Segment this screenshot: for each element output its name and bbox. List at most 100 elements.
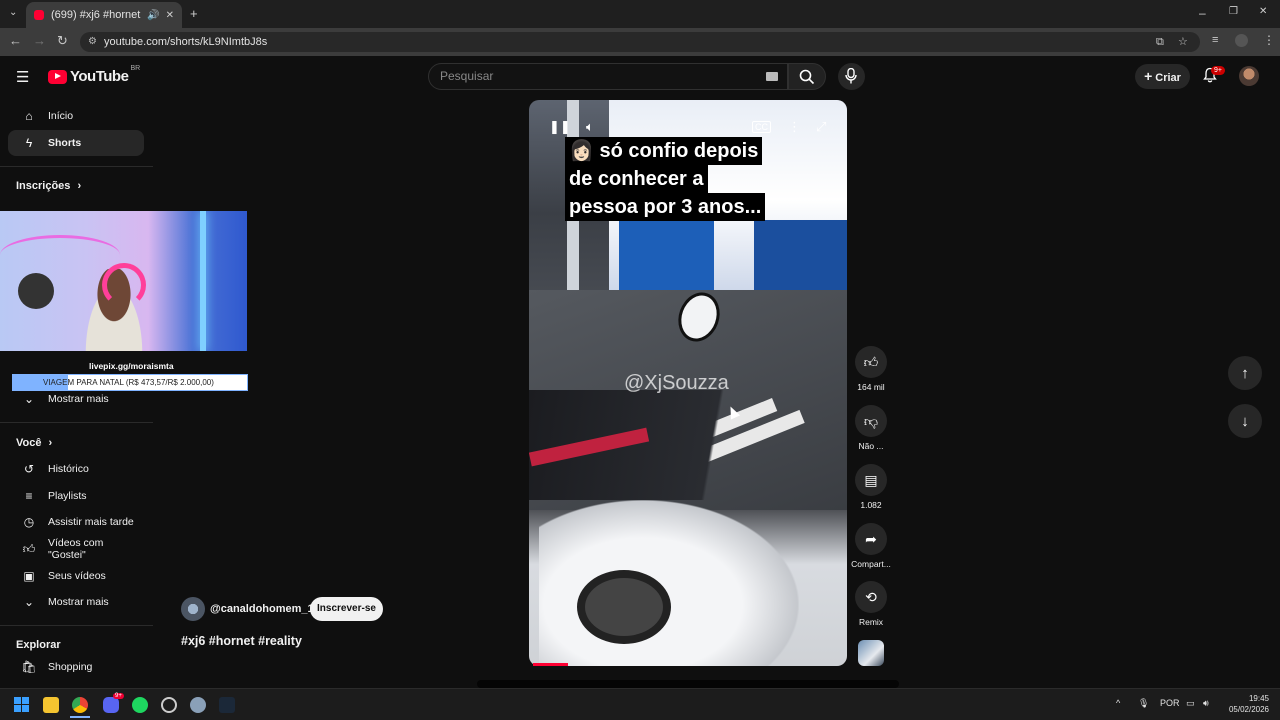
previous-short-button[interactable]: ↑	[1228, 356, 1262, 390]
keyboard-icon[interactable]	[766, 72, 778, 81]
tab-title: (699) #xj6 #hornet #reality	[51, 9, 141, 21]
bookmark-star-icon[interactable]: ☆	[1178, 32, 1188, 52]
chevron-down-icon: ⌄	[23, 595, 35, 609]
new-tab-button[interactable]: +	[190, 6, 198, 21]
discord-icon[interactable]	[103, 697, 119, 713]
address-bar[interactable]: ⚙ youtube.com/shorts/kL9NImtbJ8s ⧉ ☆	[80, 32, 1200, 52]
volume-tray-icon[interactable]: 🔊︎	[1203, 698, 1209, 709]
profile-icon[interactable]	[1235, 34, 1248, 47]
maximize-button[interactable]: ❐	[1229, 6, 1238, 17]
sidebar-show-more-you[interactable]: ⌄ Mostrar mais	[8, 589, 144, 615]
sidebar-divider	[0, 625, 153, 626]
youtube-favicon-icon	[34, 10, 44, 20]
tab-strip: ⌄ (699) #xj6 #hornet #reality 🔊 ✕ + – ❐ …	[0, 0, 1280, 28]
chevron-down-icon: ⌄	[23, 392, 35, 406]
you-heading[interactable]: Você ›	[16, 437, 52, 449]
sidebar-item-history[interactable]: ↺ Histórico	[8, 456, 144, 482]
headset-icon	[102, 263, 146, 307]
subscribe-button[interactable]: Inscrever-se	[310, 597, 383, 621]
video-icon: ▣	[23, 569, 35, 583]
subscriptions-heading[interactable]: Inscrições ›	[16, 180, 81, 192]
speaker-icon[interactable]: 🔊	[147, 10, 159, 21]
sidebar-item-shopping[interactable]: 🛍︎ Shopping	[8, 654, 144, 680]
steam-icon[interactable]	[219, 697, 235, 713]
sidebar-item-playlists[interactable]: ≡ Playlists	[8, 483, 144, 509]
site-info-icon[interactable]: ⚙	[88, 32, 97, 52]
comments-button[interactable]: ▤ 1.082	[855, 464, 887, 510]
shop-sign	[754, 220, 847, 300]
sidebar-item-label: Mostrar mais	[48, 393, 109, 405]
spotify-icon[interactable]	[132, 697, 148, 713]
volume-icon[interactable]: 🔈︎	[586, 119, 594, 135]
sidebar-item-shorts[interactable]: ϟ Shorts	[8, 130, 144, 156]
tab-close-icon[interactable]: ✕	[166, 10, 174, 21]
voice-search-button[interactable]	[838, 63, 865, 90]
sidebar-item-label: Shopping	[48, 661, 93, 673]
install-app-icon[interactable]: ⧉	[1156, 32, 1164, 52]
sidebar-item-label: Início	[48, 110, 74, 122]
sidebar-item-label: Histórico	[48, 463, 89, 475]
video-progress-bar[interactable]	[533, 663, 568, 666]
reload-icon[interactable]: ↻	[57, 33, 68, 49]
more-options-icon[interactable]: ⋮	[788, 119, 801, 135]
active-app-indicator	[70, 716, 90, 718]
remix-button[interactable]: ⟲ Remix	[855, 581, 887, 627]
sidebar-item-label: Assistir mais tarde	[48, 516, 134, 528]
chevron-right-icon: ›	[77, 180, 82, 192]
sidebar-item-label: Playlists	[48, 490, 87, 502]
chrome-icon[interactable]	[72, 697, 88, 713]
video-hashtags[interactable]: #xj6 #hornet #reality	[181, 634, 302, 648]
youtube-logo[interactable]: YouTube BR	[48, 65, 141, 85]
plus-icon: +	[1144, 68, 1153, 84]
tray-expand-icon[interactable]: ^	[1116, 698, 1120, 708]
forward-icon[interactable]: →	[33, 33, 46, 48]
back-icon[interactable]: ←	[9, 33, 22, 48]
account-avatar[interactable]	[1239, 66, 1259, 86]
captions-icon[interactable]: CC	[752, 121, 771, 133]
sidebar-item-label: Seus vídeos	[48, 570, 106, 582]
network-icon[interactable]: ▭	[1186, 698, 1195, 709]
clock-icon: ◷	[23, 515, 35, 529]
menu-hamburger-icon[interactable]: ☰	[16, 68, 29, 86]
pause-icon[interactable]: ❚❚	[549, 119, 571, 135]
livepix-link-text: livepix.gg/moraismta	[89, 361, 174, 371]
sidebar-show-more-subs[interactable]: ⌄ Mostrar mais	[8, 386, 144, 412]
chevron-right-icon: ›	[48, 437, 53, 449]
fullscreen-icon[interactable]: ⤢	[816, 119, 826, 135]
like-button[interactable]: 👍︎ 164 mil	[855, 346, 887, 392]
file-explorer-icon[interactable]	[43, 697, 59, 713]
clock-time: 19:45	[1248, 694, 1269, 703]
share-button[interactable]: ➦ Compart...	[851, 523, 891, 569]
create-button[interactable]: + Criar	[1135, 64, 1190, 89]
windows-start-icon[interactable]	[14, 697, 29, 712]
media-control-icon[interactable]: ≡	[1212, 34, 1218, 46]
sidebar-item-watch-later[interactable]: ◷ Assistir mais tarde	[8, 509, 144, 535]
settings-gear-icon[interactable]	[190, 697, 206, 713]
comment-icon: ▤	[855, 464, 887, 496]
browser-tab[interactable]: (699) #xj6 #hornet #reality 🔊 ✕	[26, 2, 182, 28]
sidebar-item-liked-videos[interactable]: 👍︎ Vídeos com "Gostei"	[8, 536, 144, 562]
search-button[interactable]	[788, 63, 826, 90]
history-icon: ↺	[23, 462, 35, 476]
dislike-button[interactable]: 👎︎ Não ...	[855, 405, 887, 451]
tray-mic-icon[interactable]: 🎙︎	[1138, 698, 1149, 709]
audio-source-thumbnail[interactable]	[858, 640, 884, 666]
obs-icon[interactable]	[161, 697, 177, 713]
window-close-button[interactable]: ✕	[1259, 6, 1267, 17]
channel-avatar[interactable]	[181, 597, 205, 621]
taskbar-clock[interactable]: 19:45 05/02/2026	[1224, 693, 1269, 715]
tab-search-chevron-icon[interactable]: ⌄	[9, 7, 17, 18]
sidebar-item-home[interactable]: ⌂ Início	[8, 103, 144, 129]
video-watermark: @XjSouzza	[624, 372, 729, 394]
remix-icon: ⟲	[855, 581, 887, 613]
create-label: Criar	[1155, 72, 1181, 84]
input-language[interactable]: POR	[1160, 698, 1180, 708]
search-input[interactable]: Pesquisar	[428, 63, 788, 90]
minimize-button[interactable]: –	[1199, 6, 1206, 20]
motorcycle-tank	[539, 500, 799, 666]
country-code: BR	[130, 65, 141, 72]
channel-name[interactable]: @canaldohomem_1	[210, 603, 314, 615]
next-short-button[interactable]: ↓	[1228, 404, 1262, 438]
browser-menu-icon[interactable]: ⋮	[1263, 33, 1275, 47]
sidebar-item-your-videos[interactable]: ▣ Seus vídeos	[8, 563, 144, 589]
